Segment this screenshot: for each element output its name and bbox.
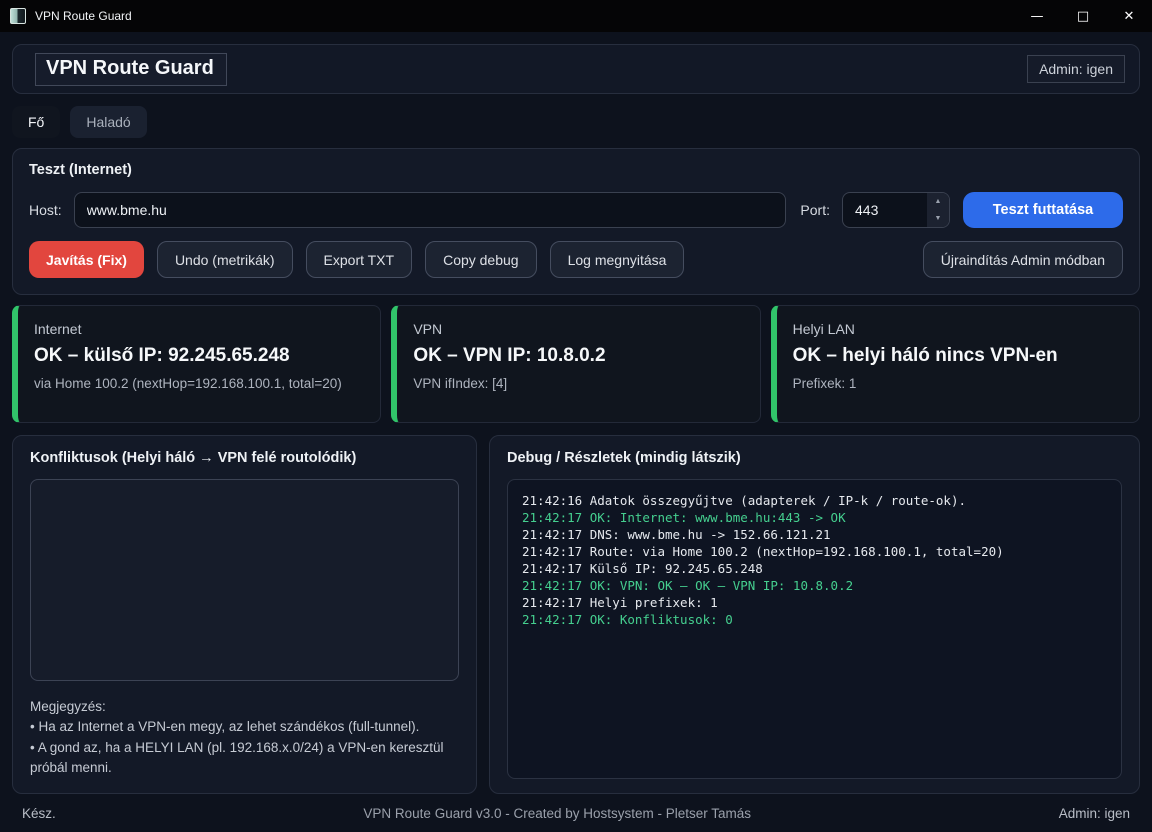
window-title: VPN Route Guard	[35, 9, 132, 23]
spin-down-icon[interactable]: ▼	[927, 210, 949, 227]
open-log-button[interactable]: Log megnyitása	[550, 241, 685, 278]
card-title: Helyi LAN	[793, 321, 1123, 337]
card-headline: OK – külső IP: 92.245.65.248	[34, 345, 364, 367]
app-icon	[10, 8, 26, 24]
status-bar: Kész. VPN Route Guard v3.0 - Created by …	[12, 794, 1140, 832]
log-line: 21:42:17 OK: VPN: OK – OK – VPN IP: 10.8…	[522, 577, 1107, 594]
status-text: Kész.	[22, 806, 56, 821]
bottom-row: Konfliktusok (Helyi háló → VPN felé rout…	[12, 435, 1140, 794]
card-headline: OK – helyi háló nincs VPN-en	[793, 345, 1123, 367]
card-title: VPN	[413, 321, 743, 337]
minimize-icon[interactable]: —	[1014, 0, 1060, 32]
log-line: 21:42:17 OK: Internet: www.bme.hu:443 ->…	[522, 509, 1107, 526]
note-line: • Ha az Internet a VPN-en megy, az lehet…	[30, 717, 459, 737]
card-headline: OK – VPN IP: 10.8.0.2	[413, 345, 743, 367]
card-detail: Prefixek: 1	[793, 374, 1123, 394]
close-icon[interactable]: ✕	[1106, 0, 1152, 32]
fix-button[interactable]: Javítás (Fix)	[29, 241, 144, 278]
port-label: Port:	[800, 202, 830, 218]
page-title: VPN Route Guard	[35, 53, 227, 86]
run-test-button[interactable]: Teszt futtatása	[963, 192, 1123, 228]
card-detail: VPN ifIndex: [4]	[413, 374, 743, 394]
titlebar: VPN Route Guard — □ ✕	[0, 0, 1152, 32]
internet-status-card: Internet OK – külső IP: 92.245.65.248 vi…	[12, 305, 381, 423]
log-line: 21:42:17 OK: Konfliktusok: 0	[522, 611, 1107, 628]
maximize-icon[interactable]: □	[1060, 0, 1106, 32]
note-line: • A gond az, ha a HELYI LAN (pl. 192.168…	[30, 738, 459, 779]
card-title: Internet	[34, 321, 364, 337]
log-line: 21:42:17 Helyi prefixek: 1	[522, 594, 1107, 611]
log-line: 21:42:17 Route: via Home 100.2 (nextHop=…	[522, 543, 1107, 560]
log-line: 21:42:16 Adatok összegyűjtve (adapterek …	[522, 492, 1107, 509]
card-detail: via Home 100.2 (nextHop=192.168.100.1, t…	[34, 374, 364, 394]
debug-panel: Debug / Részletek (mindig látszik) 21:42…	[489, 435, 1140, 794]
test-panel-title: Teszt (Internet)	[29, 162, 1123, 178]
header: VPN Route Guard Admin: igen	[12, 44, 1140, 94]
tab-bar: Fő Haladó	[12, 106, 1140, 138]
footer-admin-status: Admin: igen	[1059, 806, 1130, 821]
conflicts-panel-title: Konfliktusok (Helyi háló → VPN felé rout…	[30, 450, 459, 466]
host-input[interactable]	[74, 192, 787, 228]
app-surface: VPN Route Guard Admin: igen Fő Haladó Te…	[0, 32, 1152, 832]
admin-status-badge: Admin: igen	[1027, 55, 1125, 83]
log-line: 21:42:17 Külső IP: 92.245.65.248	[522, 560, 1107, 577]
copy-debug-button[interactable]: Copy debug	[425, 241, 537, 278]
conflicts-list[interactable]	[30, 479, 459, 681]
restart-admin-button[interactable]: Újraindítás Admin módban	[923, 241, 1123, 278]
status-cards-row: Internet OK – külső IP: 92.245.65.248 vi…	[12, 305, 1140, 423]
port-input[interactable]	[843, 193, 927, 227]
port-spin-buttons: ▲ ▼	[927, 193, 949, 227]
footer-credit: VPN Route Guard v3.0 - Created by Hostsy…	[56, 806, 1059, 821]
undo-metrics-button[interactable]: Undo (metrikák)	[157, 241, 293, 278]
debug-panel-title: Debug / Részletek (mindig látszik)	[507, 450, 1122, 466]
conflicts-notes: Megjegyzés: • Ha az Internet a VPN-en me…	[30, 697, 459, 778]
spin-up-icon[interactable]: ▲	[927, 193, 949, 210]
tab-halado[interactable]: Haladó	[70, 106, 146, 138]
action-button-row: Javítás (Fix) Undo (metrikák) Export TXT…	[29, 241, 1123, 278]
note-title: Megjegyzés:	[30, 697, 459, 717]
log-line: 21:42:17 DNS: www.bme.hu -> 152.66.121.2…	[522, 526, 1107, 543]
port-stepper: ▲ ▼	[842, 192, 950, 228]
tab-fo[interactable]: Fő	[12, 106, 60, 138]
export-txt-button[interactable]: Export TXT	[306, 241, 413, 278]
lan-status-card: Helyi LAN OK – helyi háló nincs VPN-en P…	[771, 305, 1140, 423]
conflicts-panel: Konfliktusok (Helyi háló → VPN felé rout…	[12, 435, 477, 794]
host-label: Host:	[29, 202, 62, 218]
debug-log[interactable]: 21:42:16 Adatok összegyűjtve (adapterek …	[507, 479, 1122, 779]
host-row: Host: Port: ▲ ▼ Teszt futtatása	[29, 192, 1123, 228]
test-panel: Teszt (Internet) Host: Port: ▲ ▼ Teszt f…	[12, 148, 1140, 295]
vpn-status-card: VPN OK – VPN IP: 10.8.0.2 VPN ifIndex: […	[391, 305, 760, 423]
